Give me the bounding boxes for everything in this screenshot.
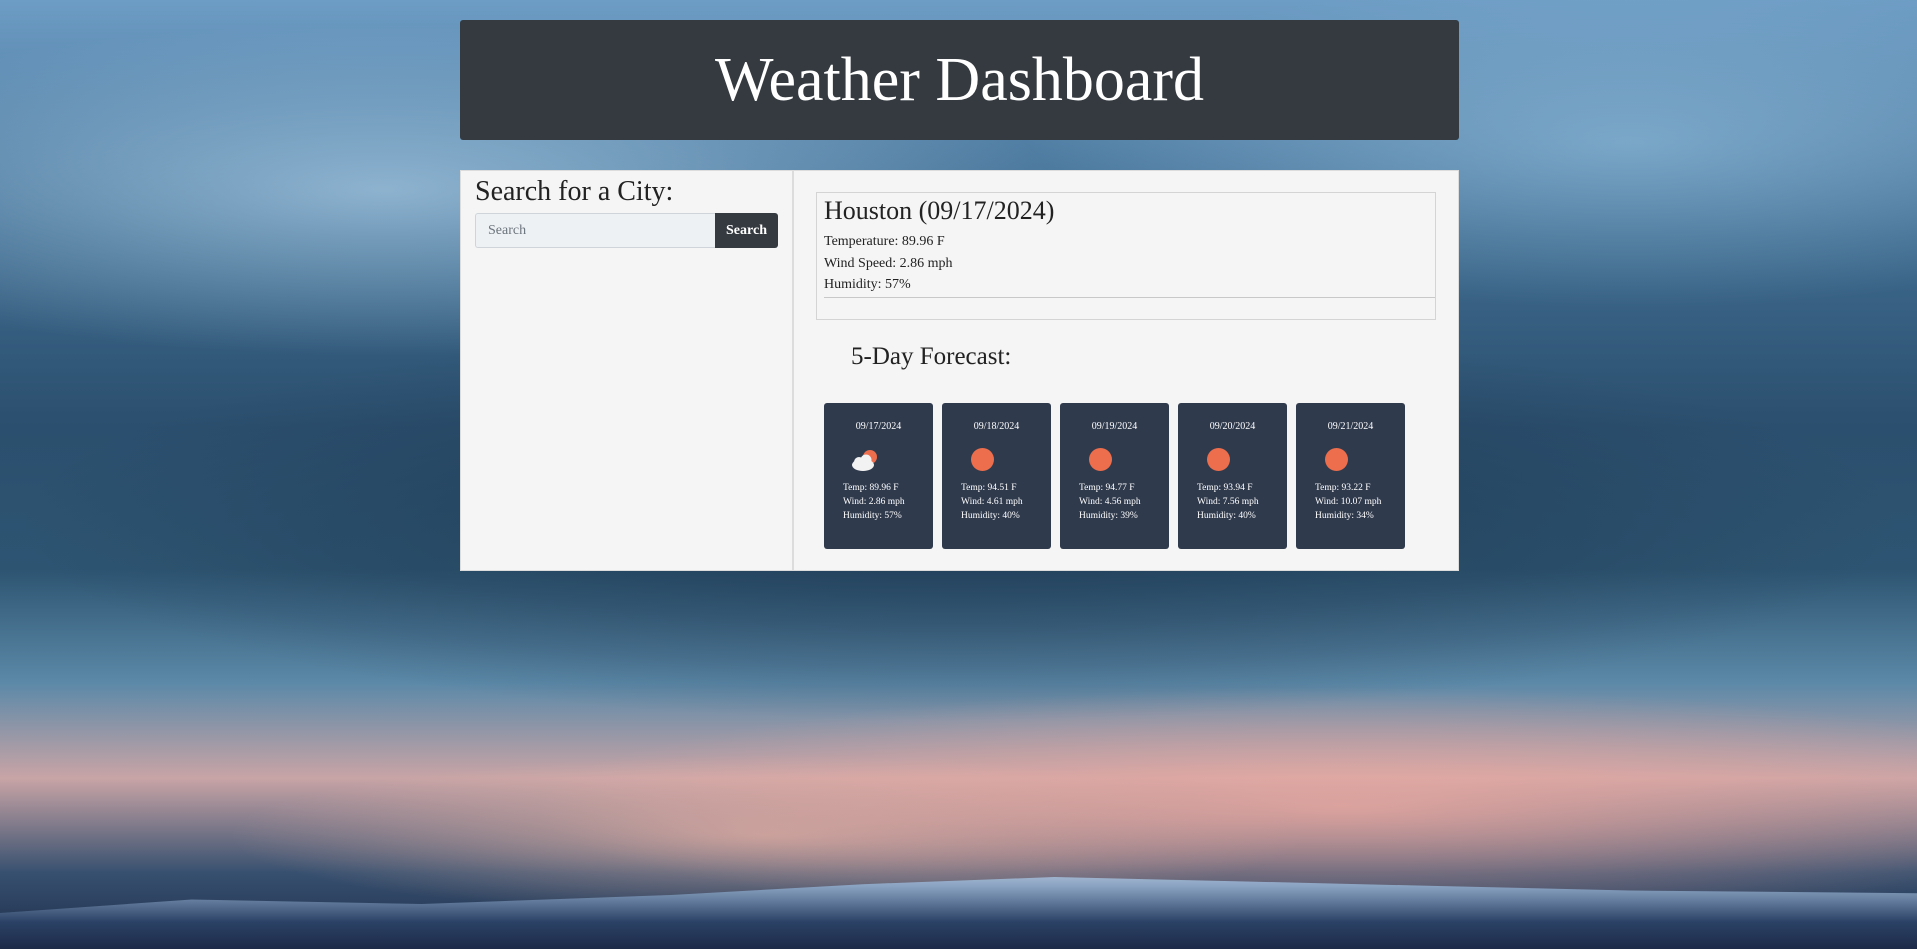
sun-icon	[1325, 448, 1348, 471]
forecast-humidity: Humidity: 40%	[1197, 511, 1256, 521]
forecast-date: 09/17/2024	[855, 421, 902, 432]
weather-panel: Houston (09/17/2024) Temperature: 89.96 …	[793, 170, 1459, 571]
forecast-humidity: Humidity: 34%	[1315, 511, 1374, 521]
current-divider	[824, 297, 1435, 298]
current-wind-speed: Wind Speed: 2.86 mph	[824, 255, 953, 271]
forecast-temp: Temp: 94.77 F	[1079, 483, 1135, 493]
forecast-card: 09/17/2024 Temp: 89.96 F Wind: 2.86 mph …	[824, 403, 933, 549]
forecast-humidity: Humidity: 40%	[961, 511, 1020, 521]
search-input[interactable]	[475, 213, 715, 248]
forecast-card: 09/21/2024 Temp: 93.22 F Wind: 10.07 mph…	[1296, 403, 1405, 549]
forecast-date: 09/19/2024	[1091, 421, 1138, 432]
page-title: Weather Dashboard	[714, 45, 1205, 114]
forecast-wind: Wind: 7.56 mph	[1197, 497, 1259, 507]
partly-cloudy-icon	[852, 450, 877, 471]
forecast-wind: Wind: 4.56 mph	[1079, 497, 1141, 507]
search-title: Search for a City:	[475, 176, 674, 207]
search-panel: Search for a City: Search	[460, 170, 793, 571]
forecast-humidity: Humidity: 39%	[1079, 511, 1138, 521]
header-bar: Weather Dashboard	[460, 20, 1459, 140]
forecast-card: 09/20/2024 Temp: 93.94 F Wind: 7.56 mph …	[1178, 403, 1287, 549]
forecast-wind: Wind: 10.07 mph	[1315, 497, 1382, 507]
sun-icon	[1207, 448, 1230, 471]
search-button[interactable]: Search	[715, 213, 778, 248]
forecast-date: 09/20/2024	[1209, 421, 1256, 432]
forecast-title: 5-Day Forecast:	[851, 343, 1012, 370]
background-mountain	[0, 877, 1917, 949]
current-city-date: Houston (09/17/2024)	[824, 196, 1055, 225]
sun-icon	[971, 448, 994, 471]
forecast-temp: Temp: 89.96 F	[843, 483, 899, 493]
forecast-date: 09/21/2024	[1327, 421, 1374, 432]
forecast-wind: Wind: 4.61 mph	[961, 497, 1023, 507]
forecast-temp: Temp: 94.51 F	[961, 483, 1017, 493]
search-row: Search	[475, 213, 778, 248]
forecast-temp: Temp: 93.22 F	[1315, 483, 1371, 493]
current-temperature: Temperature: 89.96 F	[824, 234, 945, 249]
sun-icon	[1089, 448, 1112, 471]
forecast-temp: Temp: 93.94 F	[1197, 483, 1253, 493]
forecast-humidity: Humidity: 57%	[843, 511, 902, 521]
forecast-date: 09/18/2024	[973, 421, 1020, 432]
current-humidity: Humidity: 57%	[824, 277, 911, 292]
forecast-row: 09/17/2024 Temp: 89.96 F Wind: 2.86 mph …	[824, 403, 1405, 549]
forecast-card: 09/18/2024 Temp: 94.51 F Wind: 4.61 mph …	[942, 403, 1051, 549]
forecast-card: 09/19/2024 Temp: 94.77 F Wind: 4.56 mph …	[1060, 403, 1169, 549]
forecast-wind: Wind: 2.86 mph	[843, 497, 905, 507]
current-weather-box: Houston (09/17/2024) Temperature: 89.96 …	[816, 192, 1436, 320]
